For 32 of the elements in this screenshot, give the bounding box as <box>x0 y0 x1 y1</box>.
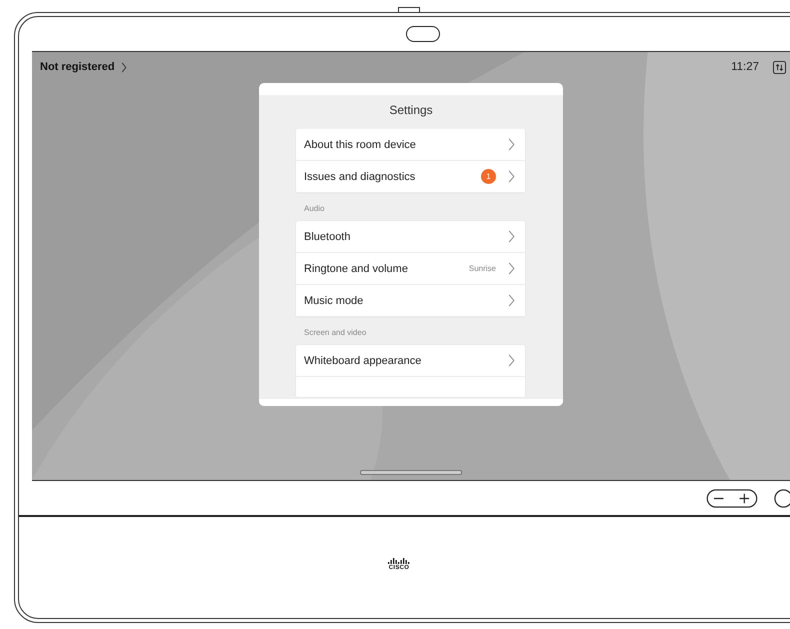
logo-bars-icon <box>388 558 410 564</box>
settings-row[interactable]: Music mode <box>296 285 525 317</box>
settings-row[interactable]: Ringtone and volume Sunrise <box>296 253 525 285</box>
chevron-right-icon <box>508 354 515 367</box>
row-label: Whiteboard appearance <box>304 354 422 366</box>
chevron-right-icon <box>508 170 515 183</box>
section-header: Audio <box>303 203 326 215</box>
notification-badge: 1 <box>481 169 496 184</box>
settings-row[interactable]: Issues and diagnostics 1 <box>296 161 525 193</box>
dialog-title: Settings <box>388 102 434 119</box>
row-value: Sunrise <box>468 264 496 273</box>
volume-control-icon[interactable] <box>706 488 758 508</box>
row-label: About this room device <box>304 138 417 150</box>
chevron-right-icon <box>508 294 515 307</box>
settings-row[interactable]: About this room device <box>296 129 525 161</box>
row-label: Music mode <box>304 294 364 306</box>
row-label: Ringtone and volume <box>304 262 409 274</box>
registration-status[interactable]: Not registered <box>40 61 127 73</box>
section-header: Screen and video <box>303 327 368 339</box>
camera-icon <box>406 26 440 42</box>
row-label: Bluetooth <box>304 230 352 242</box>
arrows-icon[interactable] <box>773 60 786 74</box>
chevron-right-icon <box>508 138 515 151</box>
chevron-right-icon <box>120 62 127 72</box>
chevron-right-icon <box>508 230 515 243</box>
circle-button-icon[interactable] <box>774 488 790 508</box>
settings-row[interactable]: Bluetooth <box>296 221 525 253</box>
settings-row[interactable]: Whiteboard appearance <box>296 345 525 377</box>
home-indicator[interactable] <box>360 470 462 475</box>
clock-time: 11:27 <box>731 61 759 73</box>
row-label: Issues and diagnostics <box>304 170 416 182</box>
chevron-right-icon <box>508 262 515 275</box>
